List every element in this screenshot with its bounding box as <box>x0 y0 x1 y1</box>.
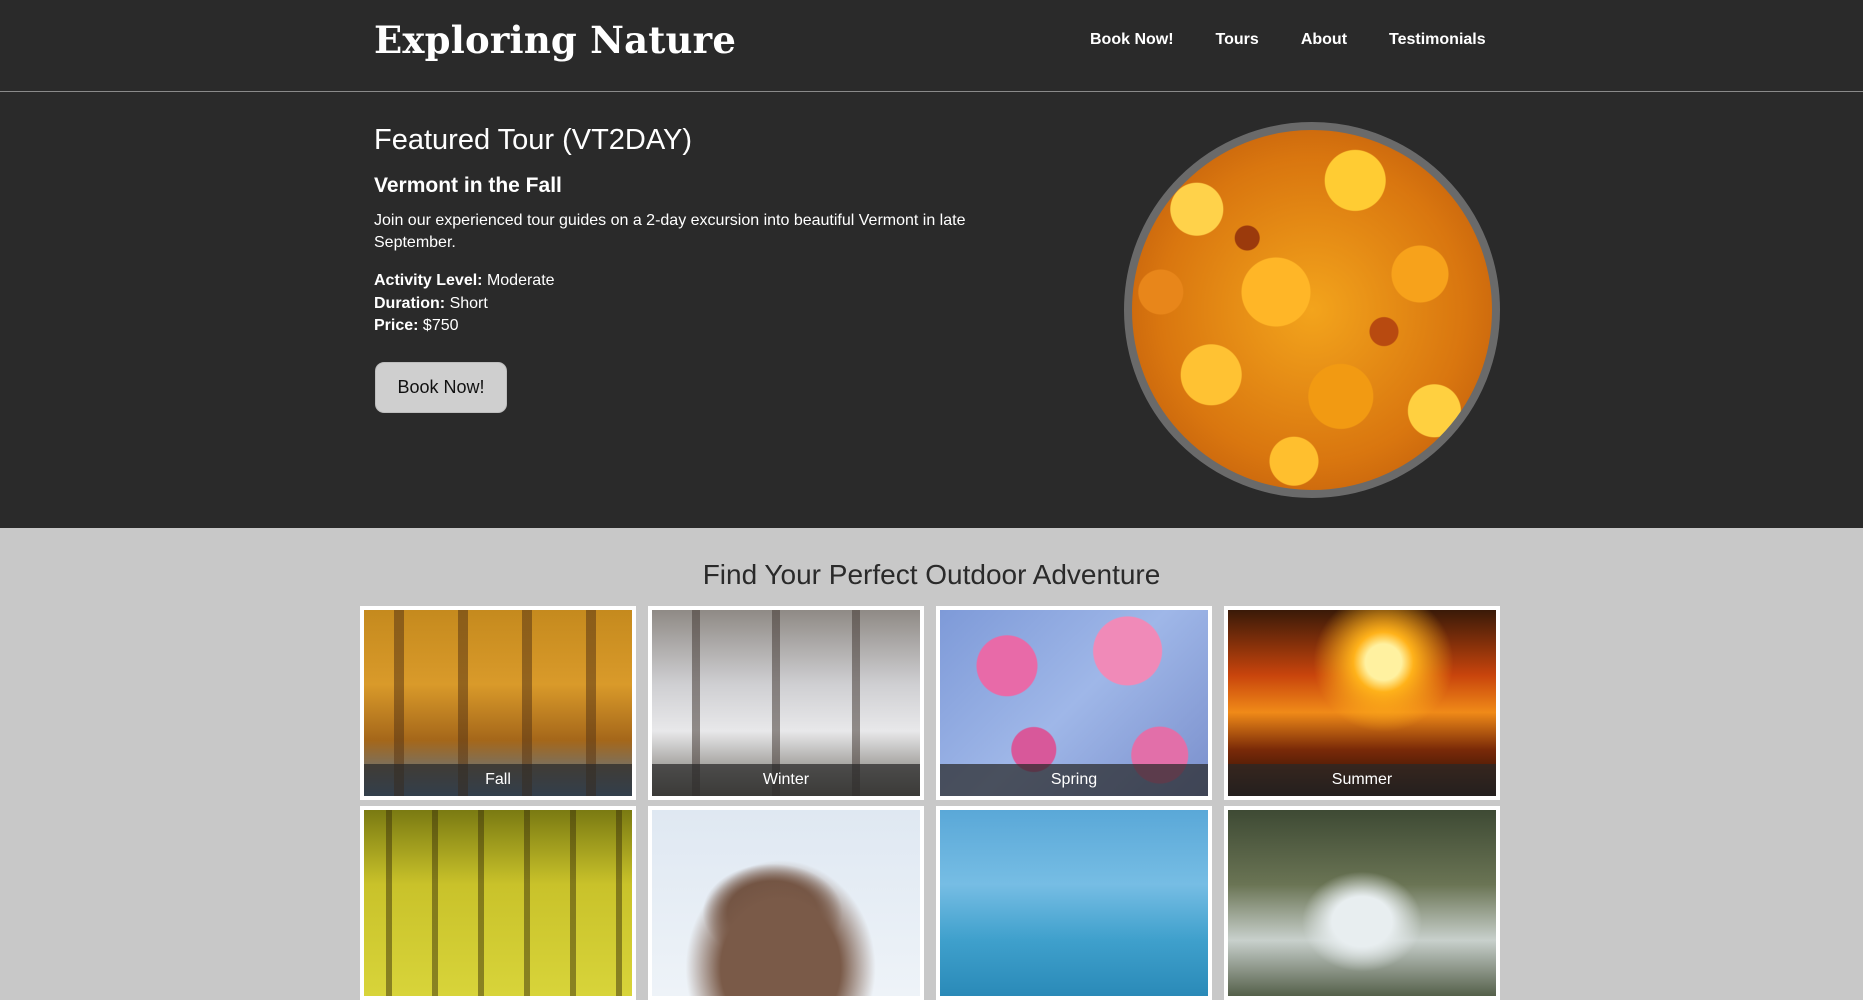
activity-level-row: Activity Level: Moderate <box>374 270 555 293</box>
nav-link-tours[interactable]: Tours <box>1216 31 1259 49</box>
price-label: Price: <box>374 317 419 334</box>
duration-row: Duration: Short <box>374 293 555 316</box>
adventure-card-ocean[interactable] <box>936 806 1212 1000</box>
duration-value: Short <box>449 294 488 312</box>
adventure-card-stream[interactable] <box>1224 806 1500 1000</box>
adventure-card-winter[interactable]: Winter <box>648 606 924 800</box>
rock-formation-image <box>652 810 920 996</box>
adventure-card-spring[interactable]: Spring <box>936 606 1212 800</box>
featured-tour-section: Featured Tour (VT2DAY) Vermont in the Fa… <box>0 92 1863 528</box>
nav-link-book-now[interactable]: Book Now! <box>1090 31 1174 49</box>
adventure-card-caption: Spring <box>940 764 1208 796</box>
stream-image <box>1228 810 1496 996</box>
adventures-section-title: Find Your Perfect Outdoor Adventure <box>702 559 1161 590</box>
duration-label: Duration: <box>374 294 446 312</box>
adventure-card-summer[interactable]: Summer <box>1224 606 1500 800</box>
tour-description: Join our experienced tour guides on a 2-… <box>374 212 966 251</box>
adventure-card-caption: Winter <box>652 764 920 796</box>
site-header: Exploring Nature Book Now! Tours About T… <box>0 0 1863 92</box>
autumn-leaves-image <box>1124 122 1500 498</box>
adventure-card-caption: Summer <box>1228 764 1496 796</box>
site-title[interactable]: Exploring Nature <box>374 18 736 62</box>
tour-name: Vermont in the Fall <box>374 174 562 197</box>
tour-details: Activity Level: Moderate Duration: Short… <box>374 270 555 338</box>
price-row: Price: $750 <box>374 315 555 338</box>
adventure-card-caption: Fall <box>364 764 632 796</box>
nav-link-testimonials[interactable]: Testimonials <box>1389 31 1486 49</box>
adventure-card-fall[interactable]: Fall <box>360 606 636 800</box>
book-now-button[interactable]: Book Now! <box>375 362 507 413</box>
nav-link-about[interactable]: About <box>1301 31 1347 49</box>
adventure-card-forest[interactable] <box>360 806 636 1000</box>
forest-image <box>364 810 632 996</box>
price-value: $750 <box>422 317 459 334</box>
activity-level-value: Moderate <box>486 272 555 289</box>
featured-tour-title: Featured Tour (VT2DAY) <box>374 124 693 156</box>
adventure-card-rock[interactable] <box>648 806 924 1000</box>
ocean-image <box>940 810 1208 996</box>
activity-level-label: Activity Level: <box>374 272 483 289</box>
main-nav: Book Now! Tours About Testimonials <box>1090 31 1528 49</box>
